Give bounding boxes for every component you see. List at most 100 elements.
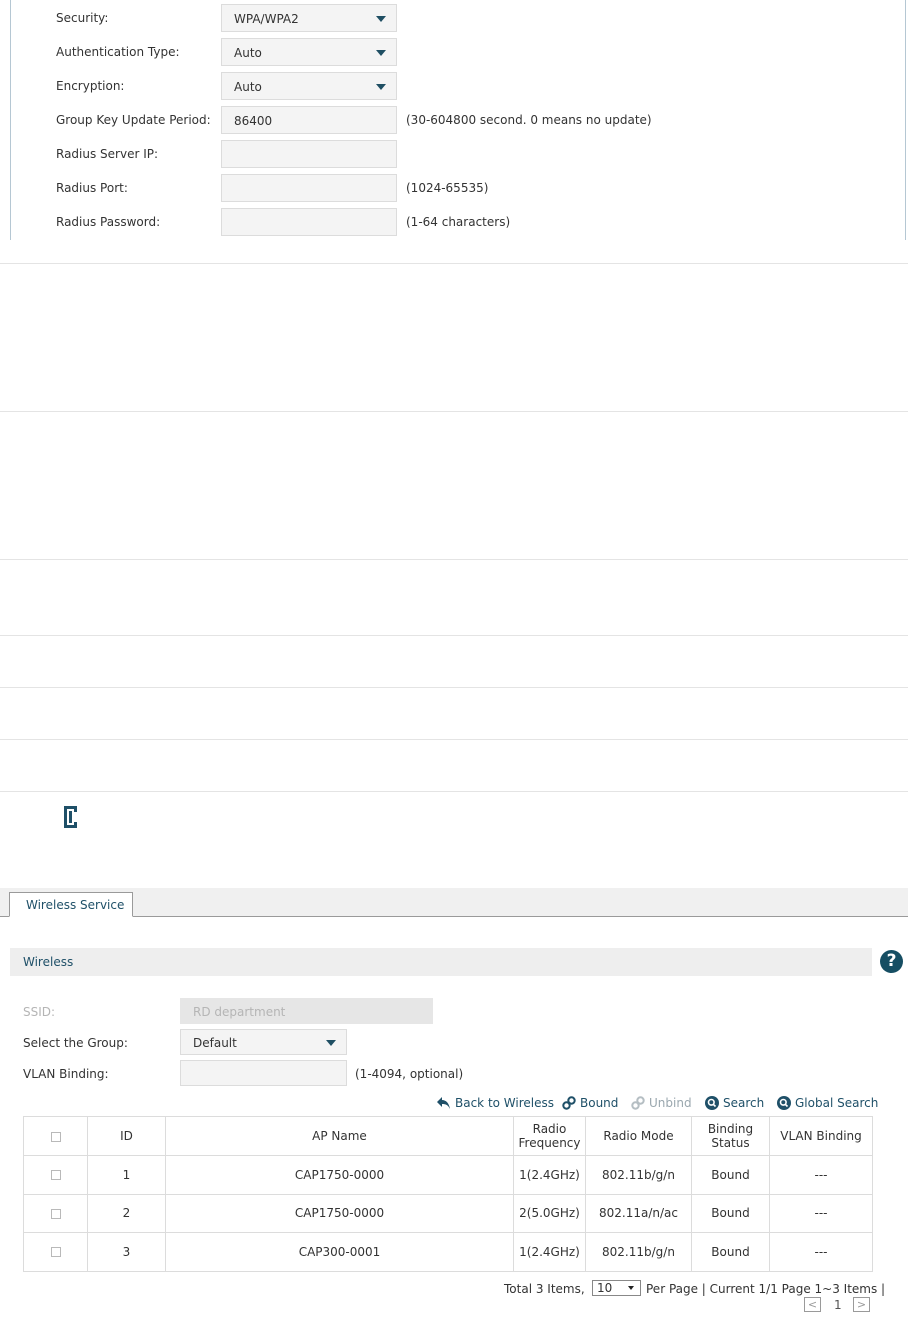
global-search-icon bbox=[777, 1096, 791, 1110]
divider bbox=[0, 687, 908, 688]
divider bbox=[0, 263, 908, 264]
column-header-radio-mode[interactable]: Radio Mode bbox=[585, 1116, 692, 1156]
table-row[interactable]: 2 CAP1750-0000 2(5.0GHz) 802.11a/n/ac Bo… bbox=[23, 1193, 873, 1233]
unlink-icon bbox=[631, 1096, 645, 1110]
chevron-down-icon bbox=[628, 1286, 634, 1290]
device-icon bbox=[64, 806, 77, 828]
back-arrow-icon bbox=[437, 1097, 450, 1109]
pagination: Total 3 Items, 10 Per Page | Current 1/1… bbox=[0, 1280, 908, 1298]
divider bbox=[0, 635, 908, 636]
column-header-ap-name[interactable]: AP Name bbox=[165, 1116, 514, 1156]
column-header-vlan-binding[interactable]: VLAN Binding bbox=[769, 1116, 873, 1156]
cell-radio-mode: 802.11a/n/ac bbox=[585, 1193, 692, 1233]
encryption-select[interactable]: Auto bbox=[221, 72, 397, 100]
auth-type-label: Authentication Type: bbox=[56, 45, 180, 59]
ssid-input-value: RD department bbox=[193, 1005, 286, 1019]
column-header-radio-frequency[interactable]: Radio Frequency bbox=[513, 1116, 586, 1156]
radius-password-hint: (1-64 characters) bbox=[406, 215, 511, 229]
security-settings-panel: Security: WPA/WPA2 Authentication Type: … bbox=[10, 0, 906, 240]
group-select-value: Default bbox=[193, 1036, 237, 1050]
table-row[interactable]: 3 CAP300-0001 1(2.4GHz) 802.11b/g/n Boun… bbox=[23, 1232, 873, 1272]
next-page-button[interactable]: > bbox=[853, 1297, 870, 1312]
search-icon bbox=[705, 1096, 719, 1110]
bound-button[interactable]: Bound bbox=[562, 1093, 618, 1113]
row-select-cell bbox=[23, 1155, 88, 1195]
cell-id: 2 bbox=[87, 1193, 166, 1233]
cell-vlan-binding: --- bbox=[769, 1232, 873, 1272]
column-header-radio-frequency-line2: Frequency bbox=[518, 1136, 581, 1150]
security-row: Security: WPA/WPA2 bbox=[11, 4, 907, 32]
cell-vlan-binding: --- bbox=[769, 1193, 873, 1233]
search-button[interactable]: Search bbox=[705, 1093, 764, 1113]
divider bbox=[0, 791, 908, 792]
tab-label: Wireless Service bbox=[26, 898, 125, 912]
radius-port-input[interactable] bbox=[221, 174, 397, 202]
group-key-input[interactable]: 86400 bbox=[221, 106, 397, 134]
global-search-button[interactable]: Global Search bbox=[777, 1093, 878, 1113]
group-label: Select the Group: bbox=[23, 1036, 128, 1050]
prev-page-button[interactable]: < bbox=[804, 1297, 821, 1312]
radius-ip-input[interactable] bbox=[221, 140, 397, 168]
vlan-binding-hint: (1-4094, optional) bbox=[355, 1067, 464, 1081]
cell-binding-status: Bound bbox=[691, 1232, 770, 1272]
link-icon bbox=[562, 1096, 576, 1110]
per-page-select[interactable]: 10 bbox=[592, 1280, 641, 1296]
radius-port-row: Radius Port: (1024-65535) bbox=[11, 174, 907, 202]
cell-vlan-binding: --- bbox=[769, 1155, 873, 1195]
back-to-wireless-button[interactable]: Back to Wireless bbox=[436, 1093, 554, 1113]
tab-wireless-service[interactable]: Wireless Service bbox=[9, 892, 133, 917]
encryption-select-value: Auto bbox=[234, 80, 262, 94]
radius-ip-label: Radius Server IP: bbox=[56, 147, 159, 161]
tab-bar-underline bbox=[0, 916, 908, 917]
ssid-input: RD department bbox=[180, 998, 433, 1024]
chevron-down-icon bbox=[376, 16, 386, 22]
column-header-binding-status[interactable]: Binding Status bbox=[691, 1116, 770, 1156]
table-toolbar: Back to Wireless Bound Unbind Search Glo… bbox=[0, 1093, 908, 1113]
security-select[interactable]: WPA/WPA2 bbox=[221, 4, 397, 32]
row-checkbox[interactable] bbox=[50, 1170, 61, 1181]
search-label: Search bbox=[723, 1096, 765, 1110]
group-select[interactable]: Default bbox=[180, 1029, 347, 1055]
divider bbox=[0, 559, 908, 560]
cell-radio-mode: 802.11b/g/n bbox=[585, 1232, 692, 1272]
row-select-cell bbox=[23, 1193, 88, 1233]
help-icon[interactable]: ? bbox=[880, 950, 903, 973]
auth-type-select-value: Auto bbox=[234, 46, 262, 60]
radius-port-hint: (1024-65535) bbox=[406, 181, 489, 195]
bound-label: Bound bbox=[580, 1096, 619, 1110]
section-header: Wireless bbox=[10, 948, 872, 976]
chevron-down-icon bbox=[376, 50, 386, 56]
table-row[interactable]: 1 CAP1750-0000 1(2.4GHz) 802.11b/g/n Bou… bbox=[23, 1155, 873, 1195]
per-page-status-text: Per Page | Current 1/1 Page 1~3 Items | bbox=[646, 1282, 886, 1296]
column-header-id[interactable]: ID bbox=[87, 1116, 166, 1156]
back-to-wireless-label: Back to Wireless bbox=[455, 1096, 555, 1110]
radius-ip-row: Radius Server IP: bbox=[11, 140, 907, 168]
group-key-label: Group Key Update Period: bbox=[56, 113, 211, 127]
table-header-row: ID AP Name Radio Frequency Radio Mode Bi… bbox=[23, 1116, 873, 1156]
column-header-binding-status-line2: Status bbox=[711, 1136, 750, 1150]
vlan-binding-input[interactable] bbox=[180, 1060, 347, 1086]
section-title: Wireless bbox=[23, 955, 74, 969]
group-key-hint: (30-604800 second. 0 means no update) bbox=[406, 113, 652, 127]
column-header-binding-status-line1: Binding bbox=[707, 1122, 754, 1136]
ssid-label: SSID: bbox=[23, 1005, 56, 1019]
cell-radio-frequency: 2(5.0GHz) bbox=[513, 1193, 586, 1233]
cell-binding-status: Bound bbox=[691, 1155, 770, 1195]
auth-type-select[interactable]: Auto bbox=[221, 38, 397, 66]
cell-radio-mode: 802.11b/g/n bbox=[585, 1155, 692, 1195]
group-key-input-value: 86400 bbox=[234, 114, 273, 128]
radius-password-label: Radius Password: bbox=[56, 215, 161, 229]
row-checkbox[interactable] bbox=[50, 1208, 61, 1219]
current-page-number[interactable]: 1 bbox=[834, 1298, 842, 1312]
per-page-value: 10 bbox=[597, 1281, 613, 1295]
cell-binding-status: Bound bbox=[691, 1193, 770, 1233]
radius-password-row: Radius Password: (1-64 characters) bbox=[11, 208, 907, 236]
row-checkbox[interactable] bbox=[50, 1247, 61, 1258]
unbind-button[interactable]: Unbind bbox=[631, 1093, 692, 1113]
select-all-cell bbox=[23, 1116, 88, 1156]
row-select-cell bbox=[23, 1232, 88, 1272]
select-all-checkbox[interactable] bbox=[50, 1131, 61, 1142]
cell-ap-name: CAP1750-0000 bbox=[165, 1155, 514, 1195]
tab-bar bbox=[0, 888, 908, 917]
radius-password-input[interactable] bbox=[221, 208, 397, 236]
